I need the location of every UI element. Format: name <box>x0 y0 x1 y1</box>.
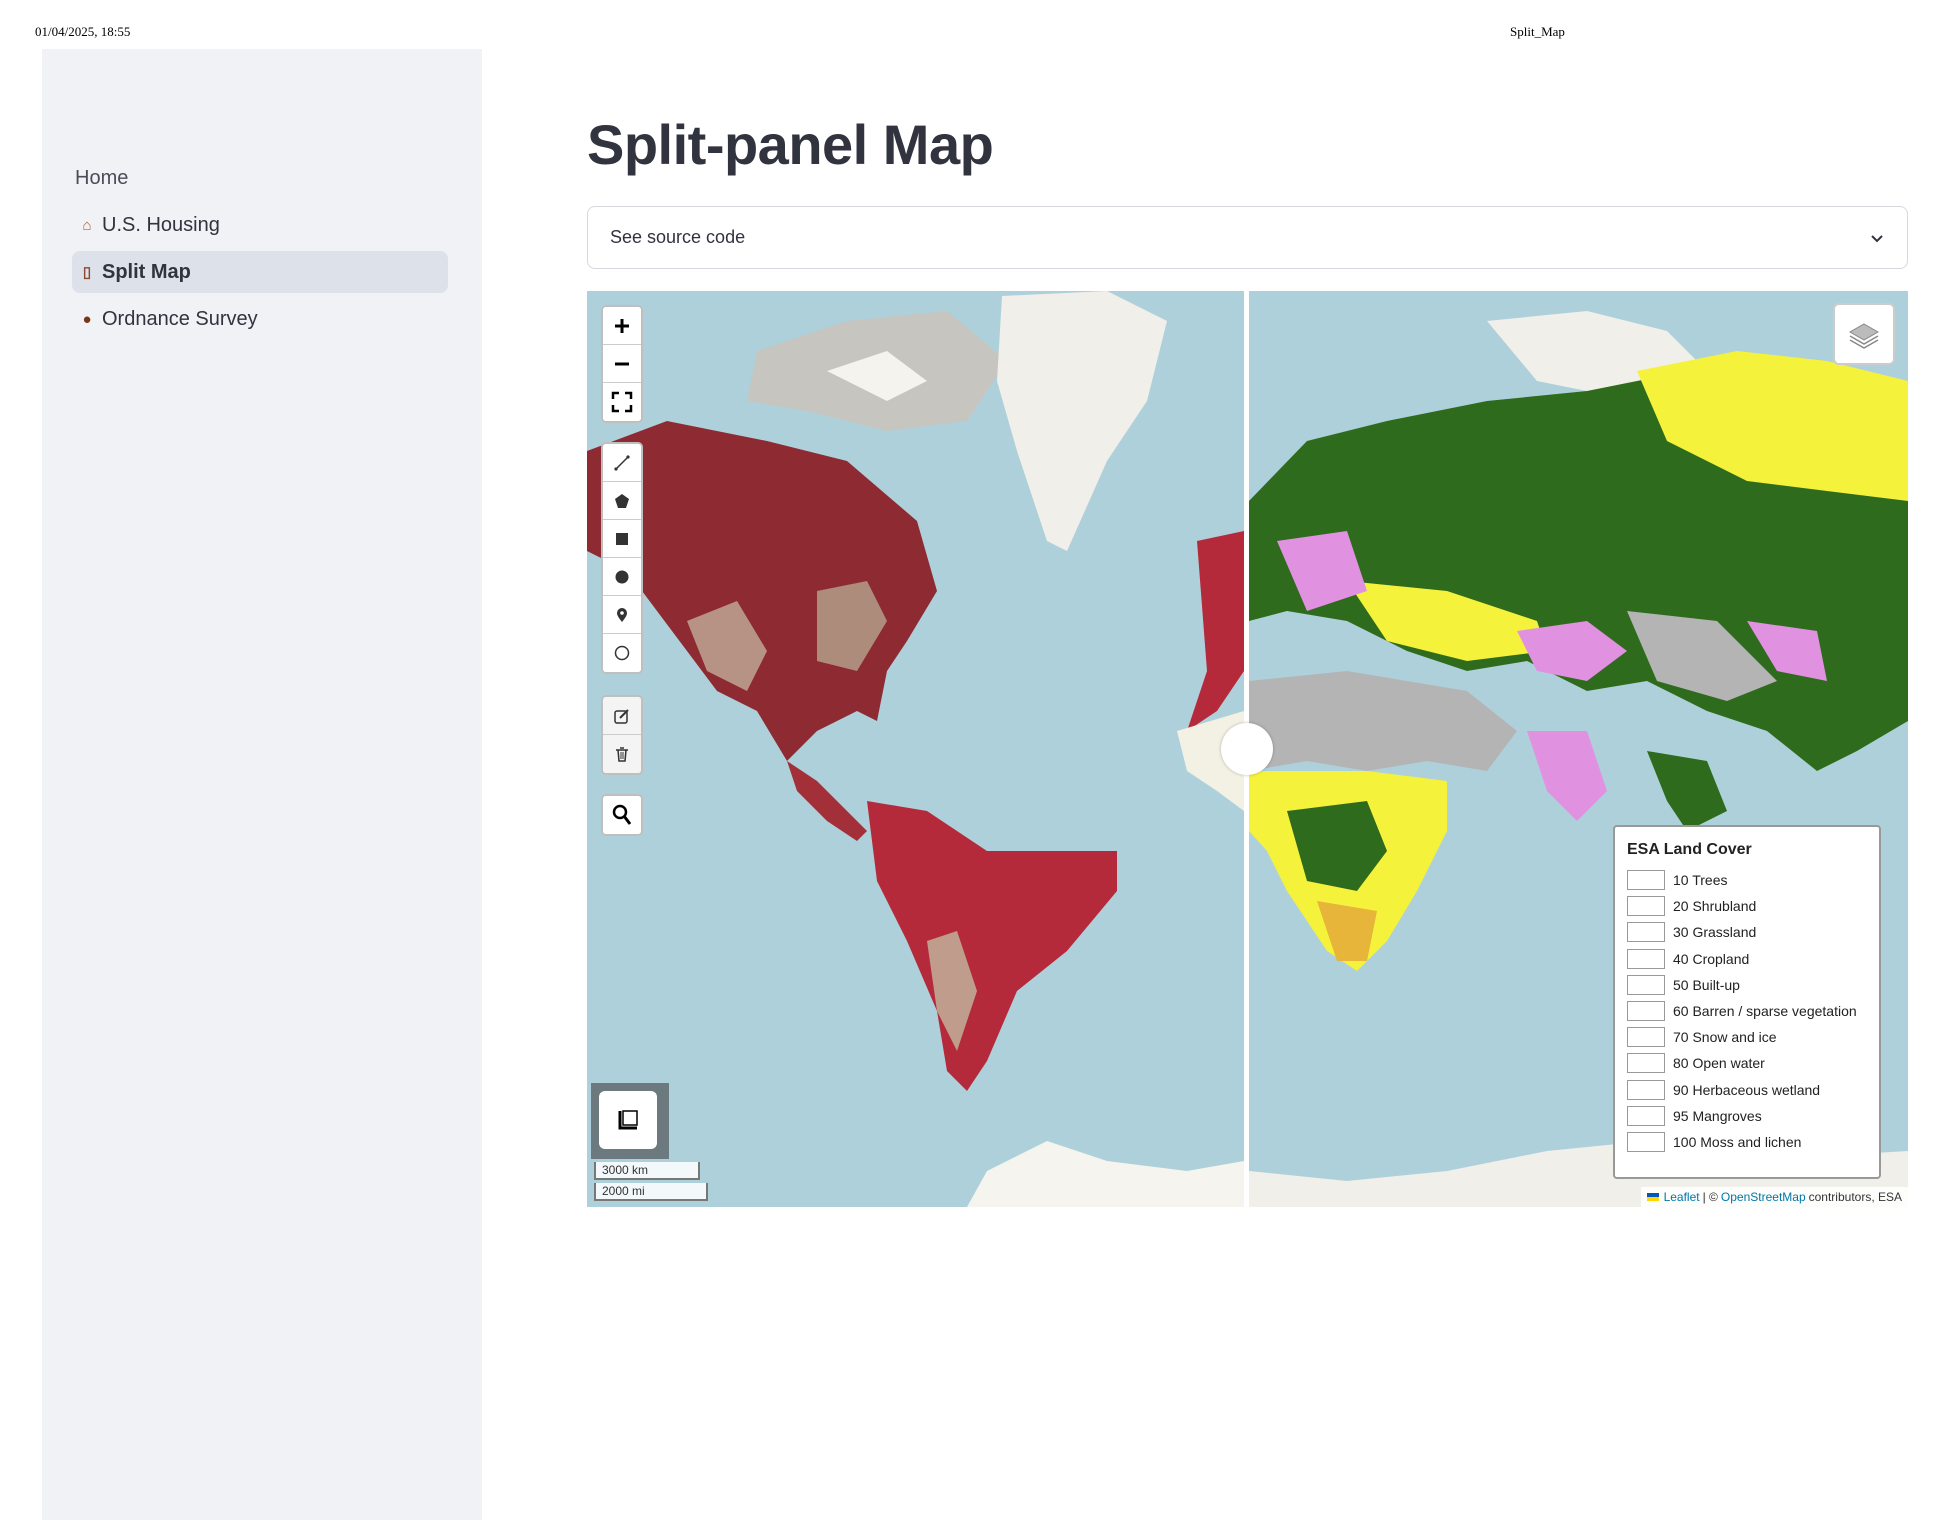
polyline-icon <box>614 454 630 471</box>
legend-swatch <box>1627 1053 1665 1074</box>
trash-icon <box>616 747 628 762</box>
page-title: Split-panel Map <box>587 113 994 176</box>
scale-km: 3000 km <box>594 1162 700 1180</box>
legend-item: 20 Shrubland <box>1627 893 1867 919</box>
legend-label: 100 Moss and lichen <box>1673 1133 1802 1150</box>
legend-item: 100 Moss and lichen <box>1627 1129 1867 1155</box>
legend-title: ESA Land Cover <box>1627 841 1752 858</box>
draw-polygon-button[interactable] <box>603 482 641 520</box>
draw-rectangle-button[interactable] <box>603 520 641 558</box>
sidebar-item-ordnance-survey[interactable]: ● Ordnance Survey <box>72 298 448 340</box>
delete-layers-button[interactable] <box>603 735 641 773</box>
search-icon <box>612 804 632 825</box>
split-map[interactable]: 3000 km 2000 mi ESA Land Cover 10 Trees … <box>587 291 1908 1207</box>
edit-icon <box>614 708 629 724</box>
legend-swatch <box>1627 948 1665 969</box>
sidebar: Home ⌂ U.S. Housing ▯ Split Map ● Ordnan… <box>42 49 482 1520</box>
zoom-in-button[interactable] <box>603 307 641 345</box>
legend-item: 50 Built-up <box>1627 972 1867 998</box>
legend-label: 40 Cropland <box>1673 950 1750 967</box>
osm-link[interactable]: OpenStreetMap <box>1721 1190 1806 1204</box>
search-button[interactable] <box>603 796 641 834</box>
scale-mi: 2000 mi <box>594 1183 708 1201</box>
circle-icon <box>615 570 629 583</box>
legend-swatch <box>1627 1105 1665 1126</box>
leaflet-link[interactable]: Leaflet <box>1664 1190 1700 1204</box>
map-attribution: Leaflet | © OpenStreetMap contributors, … <box>1640 1187 1908 1207</box>
chevron-down-icon <box>1871 234 1883 242</box>
sidebar-item-label: Home <box>75 166 129 189</box>
legend-item: 90 Herbaceous wetland <box>1627 1077 1867 1103</box>
legend-label: 70 Snow and ice <box>1673 1029 1777 1046</box>
attribution-text: contributors, ESA <box>1808 1190 1902 1204</box>
legend-label: 95 Mangroves <box>1673 1107 1762 1124</box>
legend-label: 10 Trees <box>1673 872 1728 889</box>
edit-controls <box>601 695 643 775</box>
source-code-expander[interactable]: See source code <box>587 206 1908 269</box>
rock-icon: ● <box>82 310 92 328</box>
fullscreen-button[interactable] <box>603 383 641 421</box>
legend-item: 70 Snow and ice <box>1627 1024 1867 1050</box>
legend-swatch <box>1627 1027 1665 1048</box>
polygon-icon <box>615 493 629 508</box>
draw-circle-button[interactable] <box>603 558 641 596</box>
sidebar-item-us-housing[interactable]: ⌂ U.S. Housing <box>72 204 448 246</box>
circlemarker-icon <box>614 645 630 661</box>
legend-swatch <box>1627 1131 1665 1152</box>
measure-button[interactable] <box>599 1091 657 1149</box>
attribution-separator: | © <box>1702 1190 1718 1204</box>
legend-label: 30 Grassland <box>1673 924 1757 941</box>
draw-polyline-button[interactable] <box>603 444 641 482</box>
marker-icon <box>617 607 627 622</box>
search-control <box>601 794 643 836</box>
zoom-in-icon <box>615 318 629 333</box>
legend-item: 40 Cropland <box>1627 946 1867 972</box>
layers-button[interactable] <box>1833 303 1895 365</box>
print-title: Split_Map <box>1510 24 1565 39</box>
expander-label: See source code <box>610 227 746 247</box>
ukraine-flag-icon <box>1646 1193 1659 1201</box>
edit-layers-button[interactable] <box>603 697 641 735</box>
legend-item: 60 Barren / sparse vegetation <box>1627 998 1867 1024</box>
legend-swatch <box>1627 870 1665 891</box>
fullscreen-icon <box>611 391 633 413</box>
sidebar-item-label: Ordnance Survey <box>102 307 258 330</box>
zoom-out-icon <box>615 362 629 365</box>
rectangle-icon <box>616 532 628 545</box>
legend-swatch <box>1627 1001 1665 1022</box>
ruler-icon <box>618 1110 638 1130</box>
legend-item: 80 Open water <box>1627 1050 1867 1076</box>
legend-swatch <box>1627 974 1665 995</box>
layers-icon <box>1848 323 1880 349</box>
measure-control <box>591 1083 669 1159</box>
zoom-out-button[interactable] <box>603 345 641 383</box>
legend: ESA Land Cover 10 Trees 20 Shrubland 30 … <box>1613 825 1881 1179</box>
sidebar-nav: Home ⌂ U.S. Housing ▯ Split Map ● Ordnan… <box>72 157 448 345</box>
zoom-controls <box>601 305 643 423</box>
legend-swatch <box>1627 1079 1665 1100</box>
draw-marker-button[interactable] <box>603 596 641 634</box>
legend-label: 80 Open water <box>1673 1055 1765 1072</box>
house-icon: ⌂ <box>82 216 92 234</box>
legend-label: 60 Barren / sparse vegetation <box>1673 1003 1857 1020</box>
split-handle[interactable] <box>1221 723 1273 775</box>
legend-swatch <box>1627 922 1665 943</box>
legend-item: 95 Mangroves <box>1627 1103 1867 1129</box>
sidebar-item-label: U.S. Housing <box>102 213 220 236</box>
legend-swatch <box>1627 896 1665 917</box>
sidebar-item-label: Split Map <box>102 260 191 283</box>
print-date: 01/04/2025, 18:55 <box>35 24 131 39</box>
legend-label: 20 Shrubland <box>1673 898 1757 915</box>
door-icon: ▯ <box>82 264 92 281</box>
sidebar-item-home[interactable]: Home <box>72 157 448 199</box>
legend-label: 50 Built-up <box>1673 976 1740 993</box>
legend-item: 30 Grassland <box>1627 919 1867 945</box>
draw-circlemarker-button[interactable] <box>603 634 641 672</box>
legend-item: 10 Trees <box>1627 867 1867 893</box>
legend-label: 90 Herbaceous wetland <box>1673 1081 1821 1098</box>
draw-controls <box>601 442 643 674</box>
sidebar-item-split-map[interactable]: ▯ Split Map <box>72 251 448 293</box>
